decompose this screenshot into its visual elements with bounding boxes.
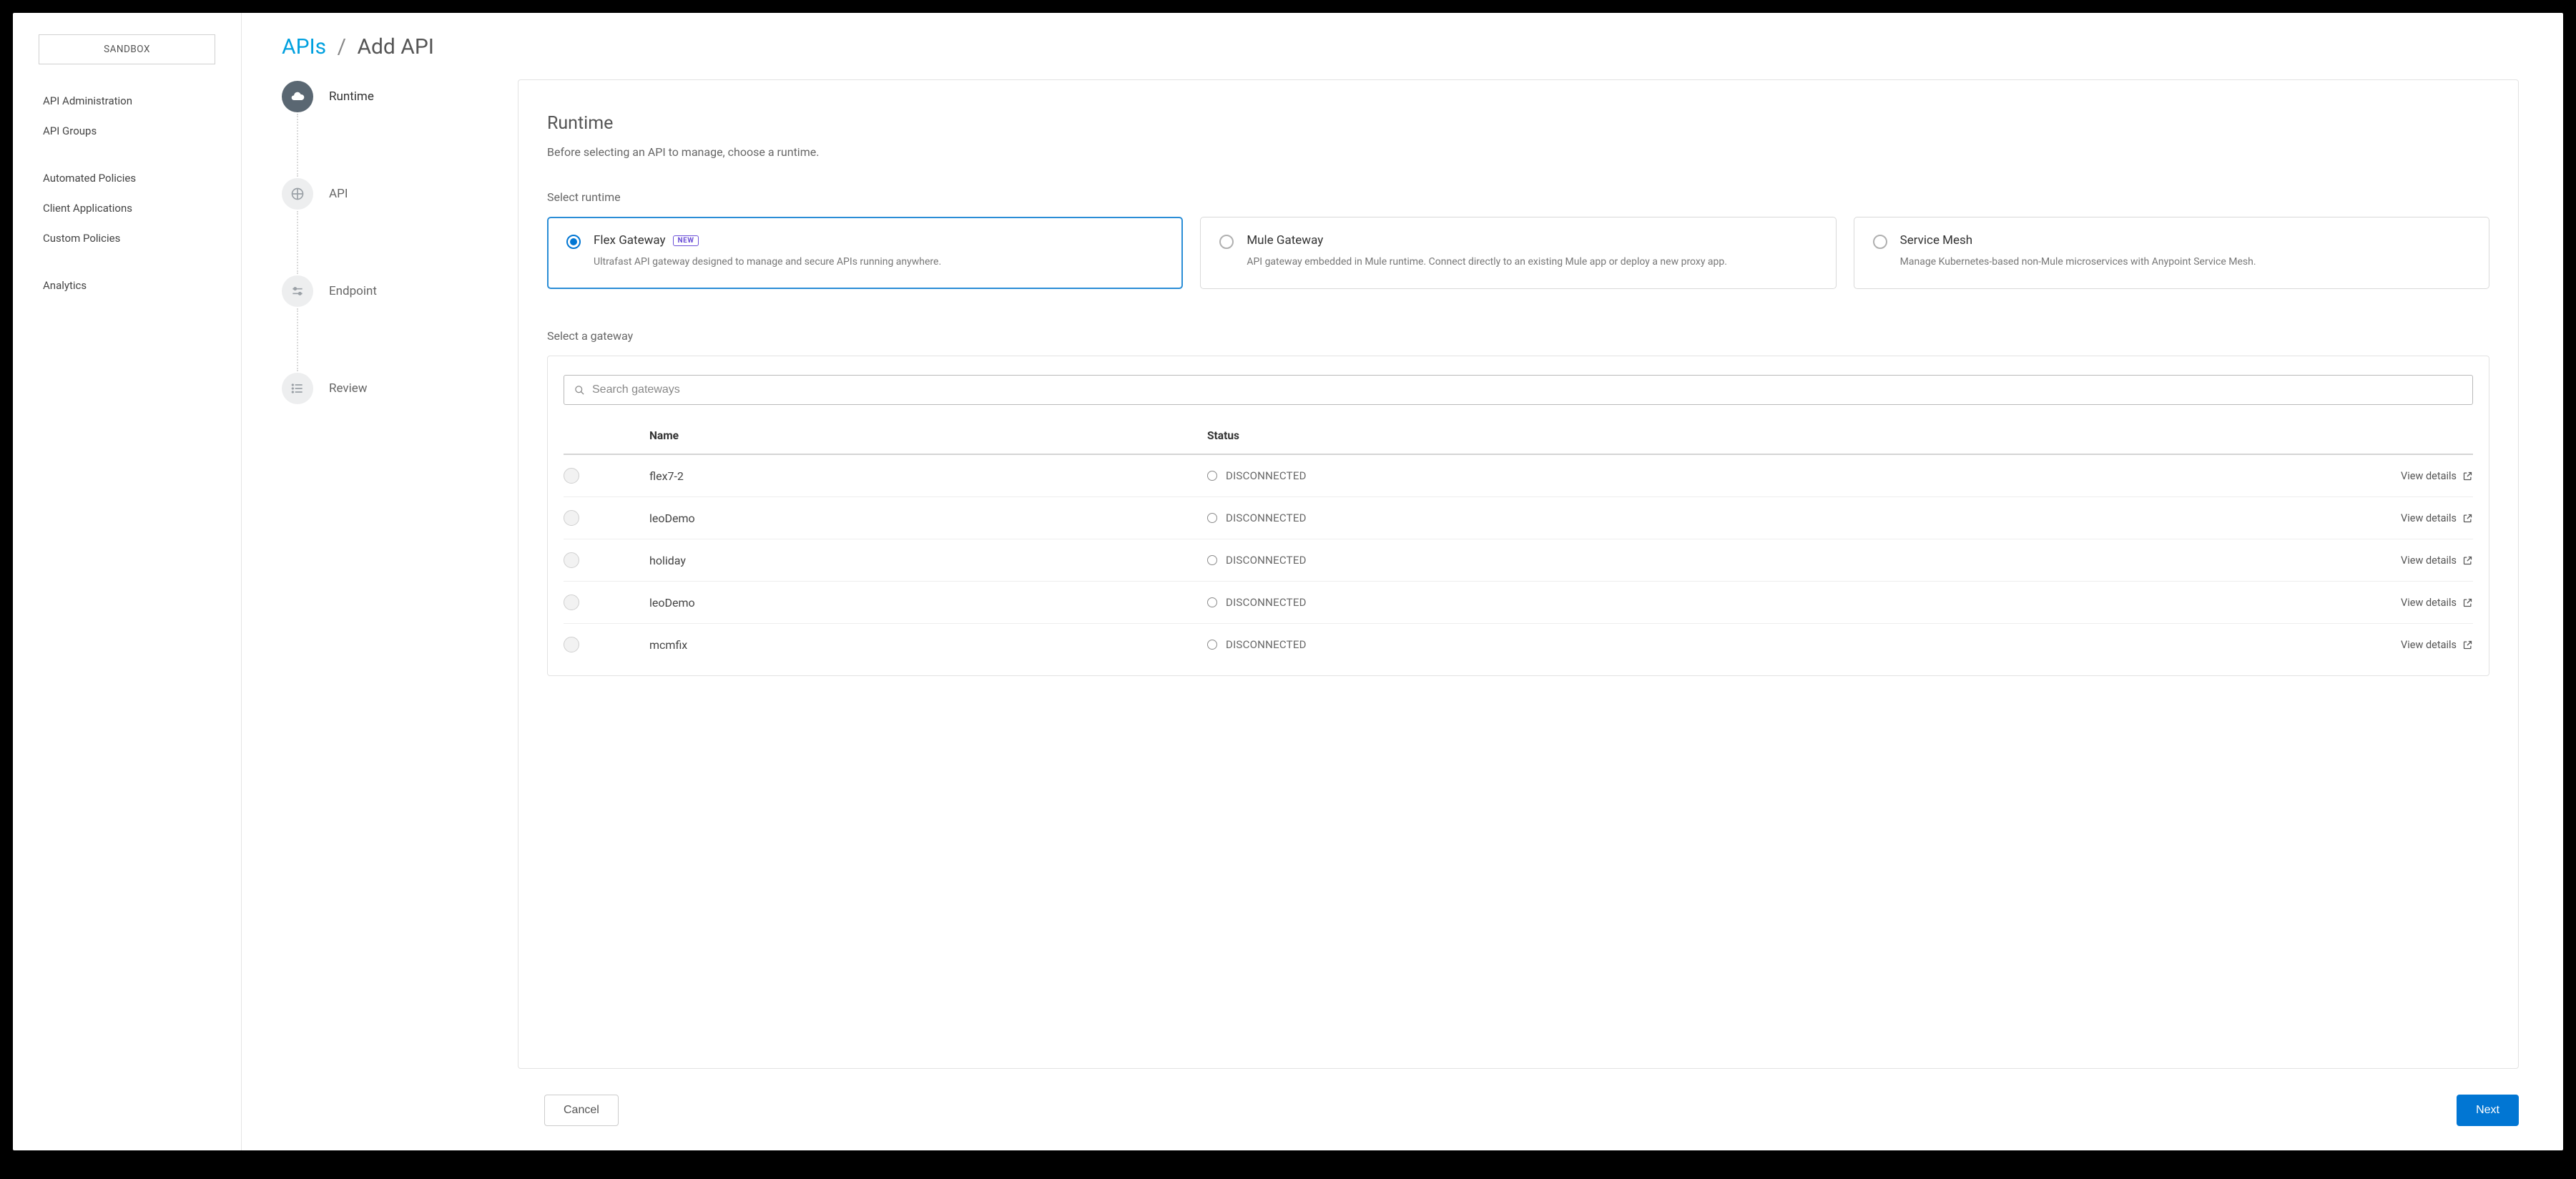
cloud-icon: [282, 81, 313, 112]
step-runtime[interactable]: Runtime: [282, 79, 489, 114]
step-label: Endpoint: [329, 284, 377, 298]
select-gateway-label: Select a gateway: [547, 329, 2489, 343]
step-review[interactable]: Review: [282, 371, 489, 406]
breadcrumb-root[interactable]: APIs: [282, 34, 326, 59]
step-label: Review: [329, 381, 368, 396]
view-details-link[interactable]: View details: [2401, 597, 2473, 609]
view-details-link[interactable]: View details: [2401, 512, 2473, 524]
cancel-button[interactable]: Cancel: [544, 1095, 619, 1126]
col-header-name: Name: [649, 429, 1207, 442]
radio-icon: [1219, 235, 1234, 249]
row-radio[interactable]: [564, 510, 579, 526]
sidebar-item-automated-policies[interactable]: Automated Policies: [13, 163, 241, 193]
gateway-name: leoDemo: [649, 512, 1207, 525]
view-details-link[interactable]: View details: [2401, 470, 2473, 482]
table-header: Name Status: [564, 429, 2473, 455]
row-radio[interactable]: [564, 468, 579, 484]
main-content: APIs / Add API Runtime API: [242, 13, 2563, 1150]
breadcrumb-separator: /: [338, 34, 346, 59]
external-link-icon: [2462, 555, 2473, 566]
view-details-link[interactable]: View details: [2401, 554, 2473, 567]
next-button[interactable]: Next: [2457, 1095, 2519, 1126]
list-icon: [282, 373, 313, 404]
runtime-card-mule-gateway[interactable]: Mule Gateway API gateway embedded in Mul…: [1200, 217, 1836, 289]
table-row[interactable]: flex7-2 DISCONNECTED View details: [564, 455, 2473, 497]
table-row[interactable]: leoDemo DISCONNECTED View details: [564, 582, 2473, 624]
breadcrumb-current: Add API: [357, 34, 434, 59]
card-title: Mule Gateway: [1247, 233, 1323, 248]
runtime-card-service-mesh[interactable]: Service Mesh Manage Kubernetes-based non…: [1854, 217, 2489, 289]
external-link-icon: [2462, 471, 2473, 481]
card-description: Manage Kubernetes-based non-Mule microse…: [1900, 255, 2470, 270]
table-row[interactable]: holiday DISCONNECTED View details: [564, 539, 2473, 582]
search-field[interactable]: [564, 375, 2473, 405]
runtime-panel: Runtime Before selecting an API to manag…: [518, 79, 2519, 1069]
gateway-name: flex7-2: [649, 469, 1207, 483]
gateway-name: leoDemo: [649, 596, 1207, 610]
sidebar-item-api-groups[interactable]: API Groups: [13, 116, 241, 146]
external-link-icon: [2462, 597, 2473, 608]
api-icon: [282, 178, 313, 210]
step-endpoint[interactable]: Endpoint: [282, 274, 489, 308]
gateway-status: DISCONNECTED: [1226, 512, 1307, 524]
new-badge: NEW: [673, 235, 699, 246]
sidebar: SANDBOX API Administration API Groups Au…: [13, 13, 242, 1150]
row-radio[interactable]: [564, 637, 579, 652]
status-dot-icon: [1207, 513, 1217, 523]
card-title: Service Mesh: [1900, 233, 1973, 248]
table-row[interactable]: mcmfix DISCONNECTED View details: [564, 624, 2473, 665]
step-api[interactable]: API: [282, 177, 489, 211]
row-radio[interactable]: [564, 595, 579, 610]
card-description: API gateway embedded in Mule runtime. Co…: [1247, 255, 1817, 270]
status-dot-icon: [1207, 597, 1217, 607]
panel-title: Runtime: [547, 113, 2489, 134]
search-input[interactable]: [592, 383, 2462, 396]
step-label: Runtime: [329, 89, 374, 104]
sidebar-item-api-administration[interactable]: API Administration: [13, 86, 241, 116]
step-label: API: [329, 187, 348, 201]
select-runtime-label: Select runtime: [547, 190, 2489, 204]
row-radio[interactable]: [564, 552, 579, 568]
radio-icon: [1873, 235, 1887, 249]
search-icon: [574, 385, 585, 396]
gateway-name: holiday: [649, 554, 1207, 567]
wizard-stepper: Runtime API Endpoint: [282, 79, 518, 1126]
gateway-status: DISCONNECTED: [1226, 554, 1307, 567]
external-link-icon: [2462, 640, 2473, 650]
status-dot-icon: [1207, 471, 1217, 481]
wizard-footer: Cancel Next: [544, 1095, 2519, 1126]
gateway-list-box: Name Status flex7-2 DISCONNECTED View de…: [547, 356, 2489, 676]
gateway-name: mcmfix: [649, 638, 1207, 652]
breadcrumb: APIs / Add API: [282, 34, 2519, 59]
panel-subtitle: Before selecting an API to manage, choos…: [547, 145, 2489, 159]
col-header-status: Status: [1207, 429, 2330, 442]
view-details-link[interactable]: View details: [2401, 639, 2473, 651]
sidebar-item-custom-policies[interactable]: Custom Policies: [13, 223, 241, 253]
table-row[interactable]: leoDemo DISCONNECTED View details: [564, 497, 2473, 539]
gateway-status: DISCONNECTED: [1226, 638, 1307, 651]
gateway-status: DISCONNECTED: [1226, 469, 1307, 482]
sidebar-item-analytics[interactable]: Analytics: [13, 270, 241, 300]
status-dot-icon: [1207, 640, 1217, 650]
gateway-status: DISCONNECTED: [1226, 596, 1307, 609]
status-dot-icon: [1207, 555, 1217, 565]
endpoint-icon: [282, 275, 313, 307]
external-link-icon: [2462, 513, 2473, 524]
runtime-card-flex-gateway[interactable]: Flex Gateway NEW Ultrafast API gateway d…: [547, 217, 1183, 289]
card-description: Ultrafast API gateway designed to manage…: [594, 255, 1164, 270]
environment-badge[interactable]: SANDBOX: [39, 34, 215, 64]
sidebar-item-client-applications[interactable]: Client Applications: [13, 193, 241, 223]
card-title: Flex Gateway: [594, 233, 666, 248]
radio-icon: [566, 235, 581, 249]
